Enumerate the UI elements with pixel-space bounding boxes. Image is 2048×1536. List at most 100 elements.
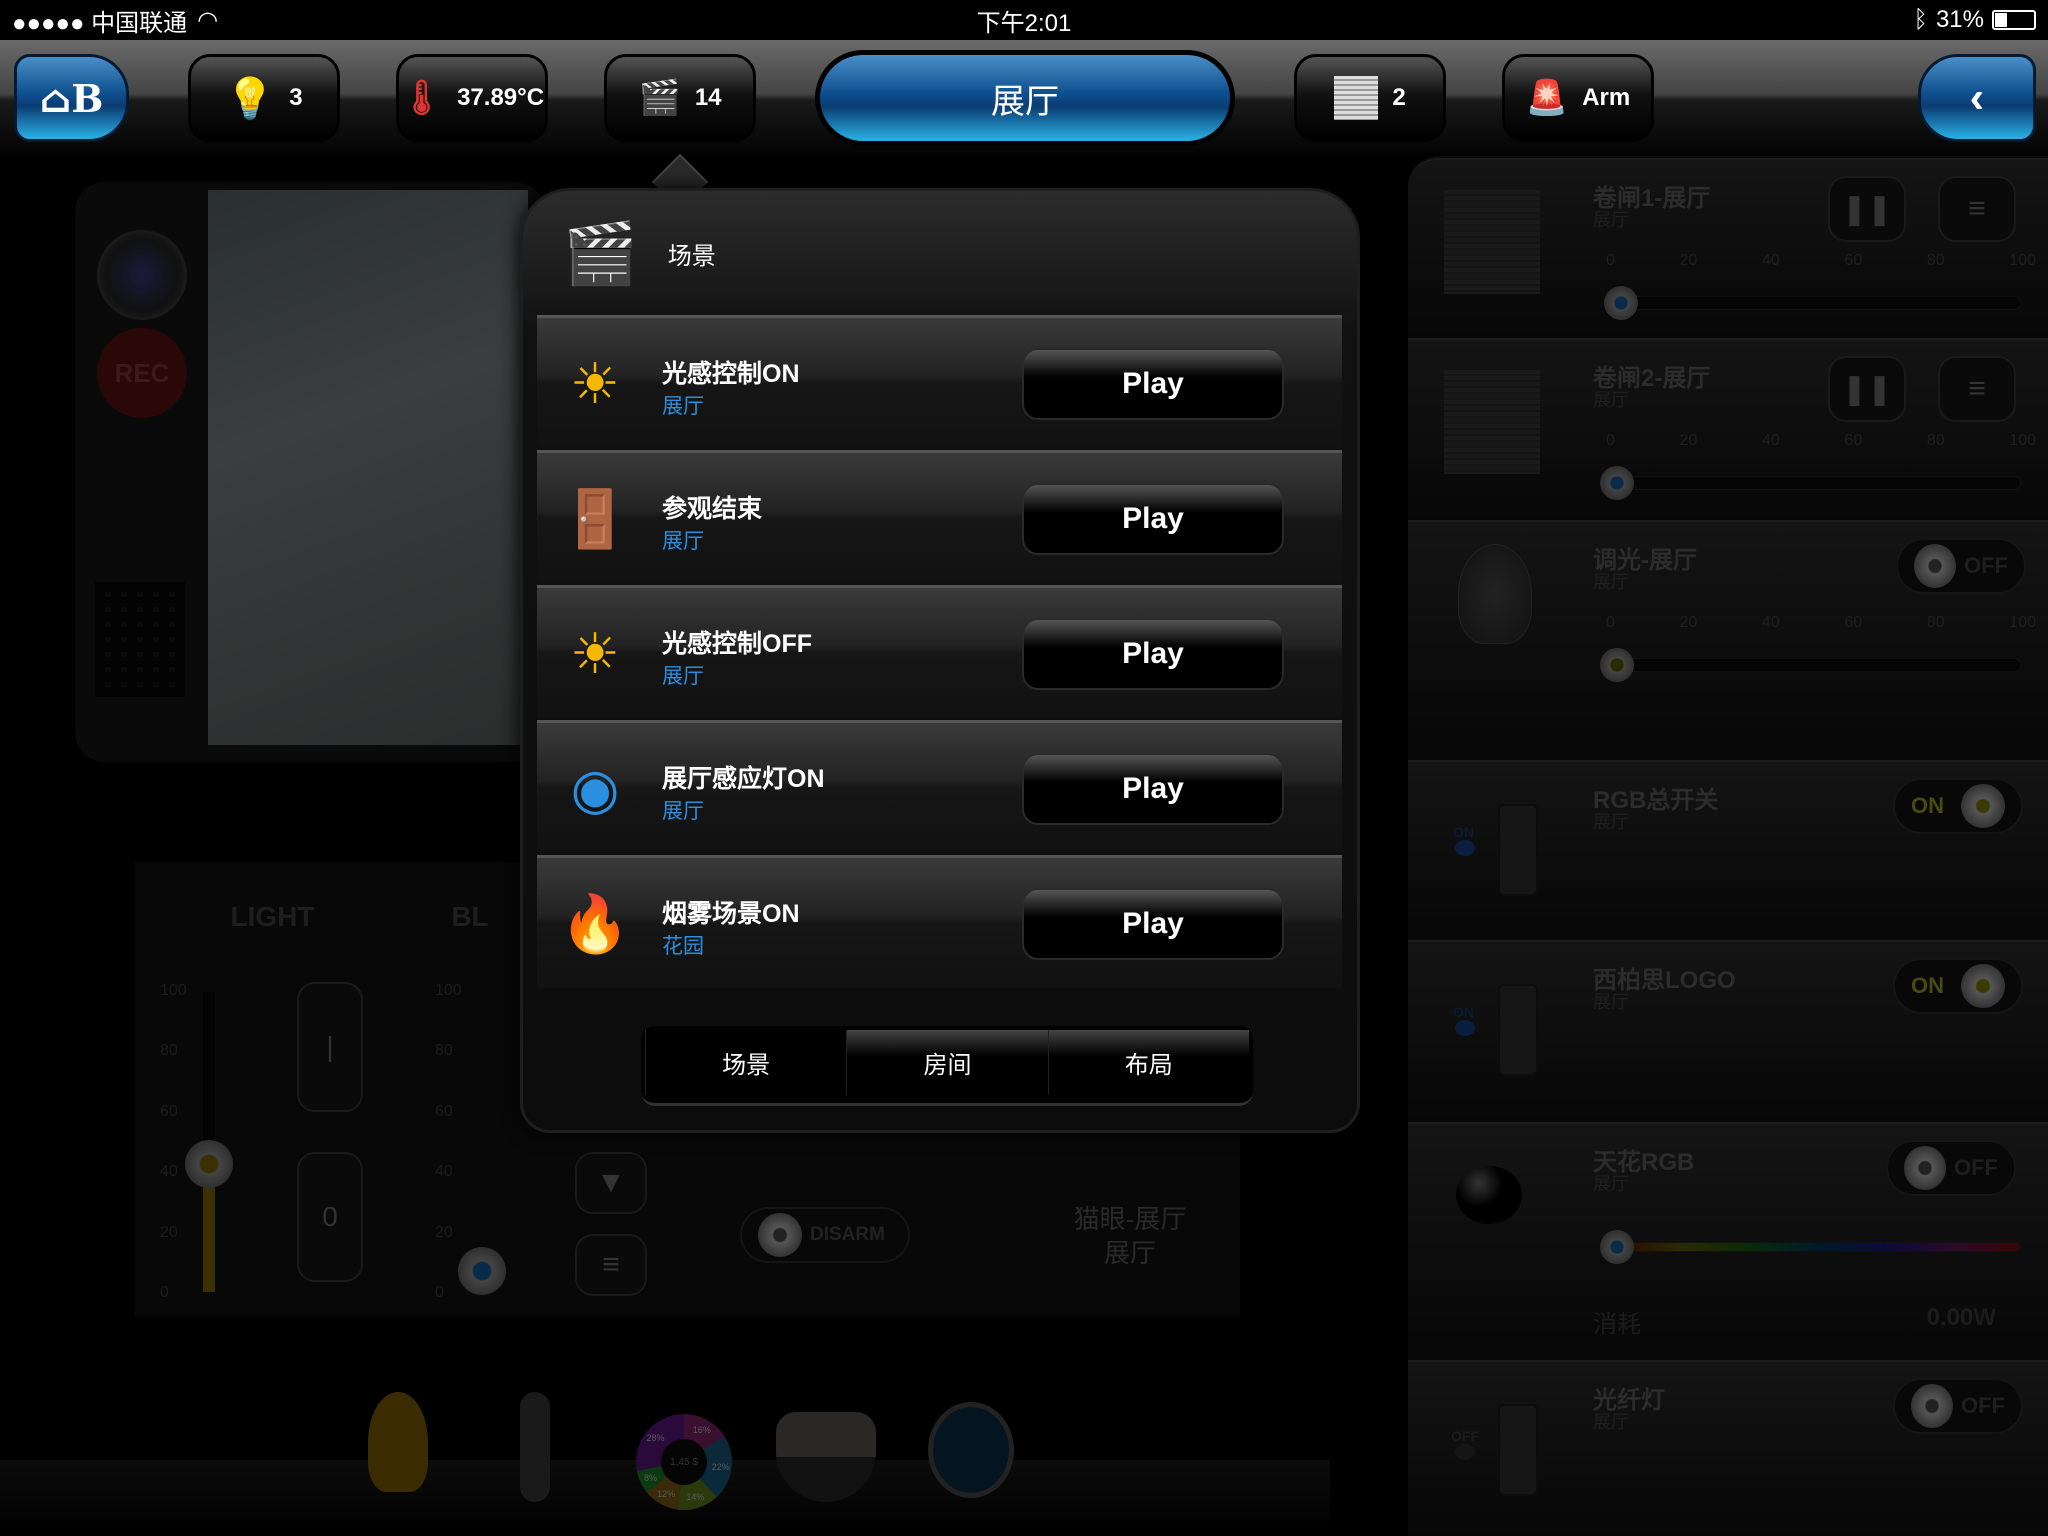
temperature-button[interactable]: 🌡 37.89°C [396,54,548,142]
scenes-count: 14 [694,84,722,111]
status-bar: ●●●●● 中国联通 ◠ 下午2:01 ᛒ 31% [0,0,2048,40]
shutters-button[interactable]: 2 [1294,54,1446,142]
scene-name: 光感控制ON [662,360,800,388]
scene-name: 烟雾场景ON [662,900,800,928]
tab-1[interactable]: 房间 [846,1030,1048,1095]
clock: 下午2:01 [976,9,1072,37]
blind-stop-button[interactable]: ≡ [575,1234,647,1296]
device-room: 展厅 [1593,812,1629,832]
rec-label: REC [114,357,170,388]
popover-tabs: 场景 房间 布局 [641,1026,1253,1106]
rocker-switch[interactable] [1498,984,1538,1076]
shutter-icon [1444,190,1540,294]
light-on-button[interactable]: | [297,982,363,1112]
energy-slice-label: 8% [644,1472,658,1483]
dock-intercom-icon[interactable] [928,1402,1014,1498]
scene-row: ◉ 展厅感应灯ON 展厅 Play [537,720,1342,853]
blind-slider-thumb[interactable] [458,1247,506,1295]
security-button[interactable]: 🚨 Arm [1502,54,1654,142]
tab-0[interactable]: 场景 [645,1030,847,1095]
dimmer-slider[interactable] [1613,658,2021,672]
power-toggle[interactable]: ON [1893,778,2023,834]
clapperboard-icon: 🎬 [638,79,681,117]
play-button[interactable]: Play [1022,888,1284,960]
blind-scale: 100 80 60 40 20 0 [435,982,462,1301]
disarm-toggle[interactable]: DISARM [740,1207,910,1263]
slider-thumb[interactable] [1600,648,1634,682]
alarm-icon: 🚨 [1525,79,1569,117]
carrier: ●●●●● 中国联通 [12,9,188,37]
menu-icon: ≡ [602,1248,620,1281]
dock-climate-icon[interactable] [520,1392,550,1502]
security-state: Arm [1582,84,1631,111]
color-slider[interactable] [1613,1242,2021,1252]
play-button[interactable]: Play [1022,348,1284,420]
menu-button[interactable]: ≡ [1938,176,2016,242]
shutter-icon [1334,76,1379,120]
scene-name: 光感控制OFF [662,630,812,658]
thermometer-icon: 🌡 [399,79,444,117]
toggle-knob [1911,1384,1953,1428]
home-button[interactable]: ⌂B [14,54,129,142]
light-sensor-icon: ☀ [569,622,621,685]
play-button[interactable]: Play [1022,753,1284,825]
scene-room: 展厅 [662,800,704,823]
power-toggle[interactable]: OFF [1886,1140,2016,1196]
clapperboard-icon: 🎬 [563,219,638,287]
rocker-switch[interactable] [1498,1404,1538,1496]
device-room: 展厅 [1593,1412,1629,1432]
dock-energy-icon[interactable]: 1,45 $ 16% 22% 14% 12% 8% 28% [636,1414,732,1510]
pause-button[interactable]: ❚❚ [1828,176,1906,242]
shutter-slider[interactable] [1613,296,2021,310]
room-selector[interactable]: 展厅 [815,50,1235,146]
tab-2[interactable]: 布局 [1047,1030,1249,1095]
lights-button[interactable]: 💡 3 [188,54,340,142]
smoke-detector-icon: 🔥 [560,892,630,955]
wifi-icon: ◠ [197,6,219,34]
back-button[interactable]: ‹ [1918,54,2036,142]
light-slider-thumb[interactable] [185,1140,233,1188]
device-row-fiber-light: OFF 光纤灯 展厅 OFF [1408,1360,2048,1536]
scene-row: 🚪 参观结束 展厅 Play [537,450,1342,583]
blind-down-button[interactable]: ▼ [575,1152,647,1214]
popover-header: 🎬 场景 [523,191,1357,315]
dimmer-toggle[interactable]: OFF [1896,538,2026,594]
shutter-slider[interactable] [1613,476,2021,490]
consumption-value: 0.00W [1926,1304,1996,1331]
rocker-switch[interactable] [1498,804,1538,896]
light-scale: 100 80 60 40 20 0 [160,982,187,1301]
slider-thumb[interactable] [1604,286,1638,320]
slider-thumb[interactable] [1600,1230,1634,1264]
pause-icon: ❚❚ [1841,372,1893,406]
rgb-bulb-icon [1456,1166,1522,1224]
light-column-header: LIGHT [230,901,315,932]
pause-button[interactable]: ❚❚ [1828,356,1906,422]
slider-thumb[interactable] [1600,466,1634,500]
menu-icon: ≡ [1968,372,1986,405]
light-off-button[interactable]: 0 [297,1152,363,1282]
play-button[interactable]: Play [1022,483,1284,555]
led-label: OFF [1451,1428,1479,1444]
device-room: 展厅 [1593,992,1629,1012]
scene-room: 花园 [662,935,704,958]
dock-lights-icon[interactable] [368,1392,428,1492]
power-toggle[interactable]: OFF [1893,1378,2023,1434]
camera-feed[interactable] [208,190,528,745]
scene-row: 🔥 烟雾场景ON 花园 Play [537,855,1342,988]
device-row-rgb-master: ON RGB总开关 展厅 ON [1408,760,2048,940]
scene-room: 展厅 [662,665,704,688]
light-sensor-icon: ☀ [569,352,621,415]
power-toggle[interactable]: ON [1893,958,2023,1014]
record-button[interactable]: REC [97,328,187,418]
energy-slice-label: 14% [686,1492,705,1503]
scene-row: ☀ 光感控制OFF 展厅 Play [537,585,1342,718]
play-button[interactable]: Play [1022,618,1284,690]
blind-column-header: BL [451,901,489,932]
energy-slice-label: 22% [711,1461,730,1472]
chevron-left-icon: ‹ [1969,73,1985,122]
device-row-shutter-2: 卷闸2-展厅 展厅 ❚❚ ≡ 0 20 40 60 80 100 [1408,338,2048,520]
scenes-button[interactable]: 🎬 14 [604,54,756,142]
consumption-label: 消耗 [1593,1311,1641,1338]
menu-button[interactable]: ≡ [1938,356,2016,422]
scene-room: 展厅 [662,530,704,553]
